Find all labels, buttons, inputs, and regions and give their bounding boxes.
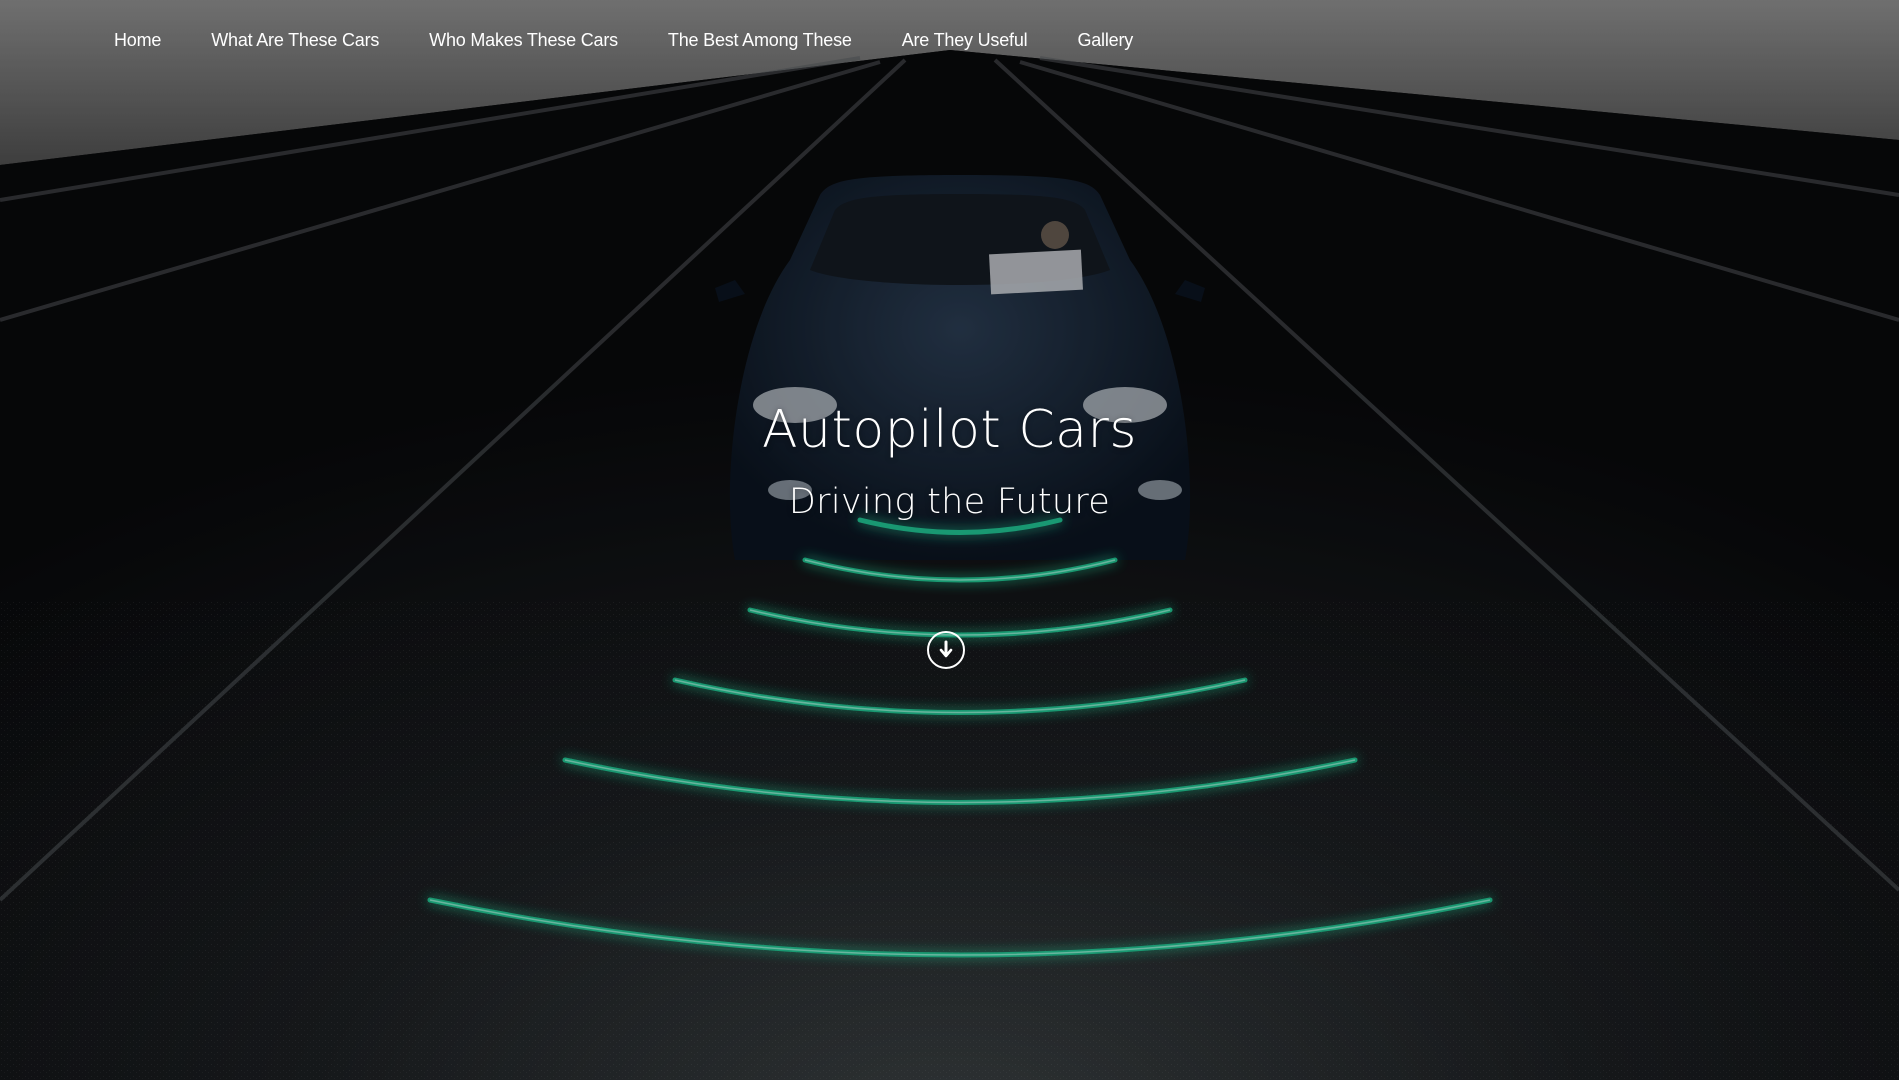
nav-item-what-are-these-cars[interactable]: What Are These Cars [211,30,379,51]
hero-background-image [0,0,1899,1080]
nav-item-are-they-useful[interactable]: Are They Useful [902,30,1028,51]
hero-subtitle: Driving the Future [788,482,1111,522]
nav-item-who-makes-these-cars[interactable]: Who Makes These Cars [429,30,618,51]
hero-section: Home What Are These Cars Who Makes These… [0,0,1899,1080]
main-navigation: Home What Are These Cars Who Makes These… [114,30,1183,51]
nav-item-the-best-among-these[interactable]: The Best Among These [668,30,852,51]
hero-title: Autopilot Cars [761,400,1137,460]
arrow-down-icon [939,640,953,658]
scroll-down-button[interactable] [927,631,965,669]
nav-item-gallery[interactable]: Gallery [1077,30,1133,51]
nav-item-home[interactable]: Home [114,30,161,51]
